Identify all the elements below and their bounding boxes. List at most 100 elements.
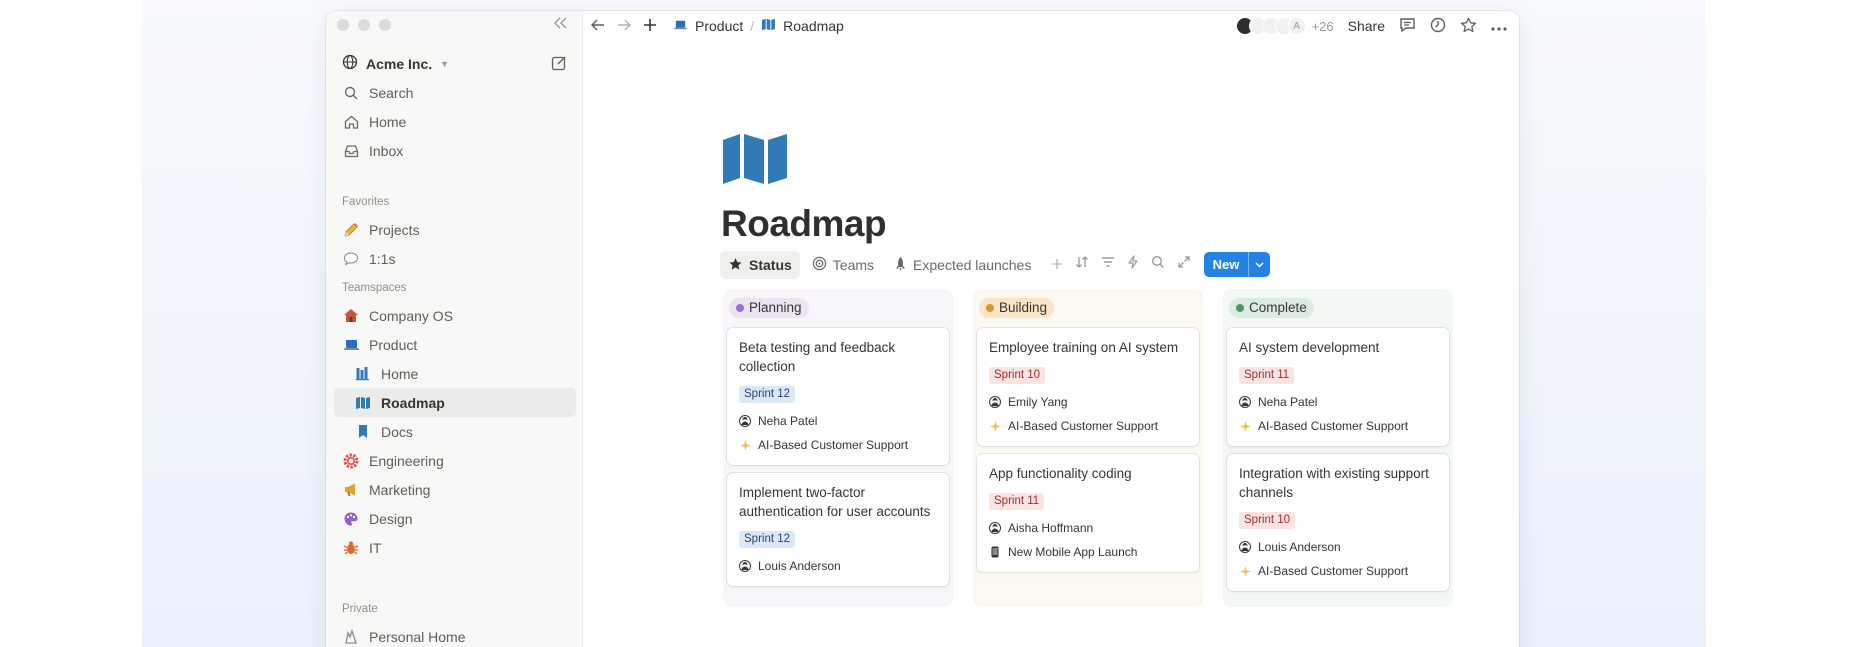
card-assignee: Emily Yang bbox=[989, 390, 1187, 414]
star-filled-icon bbox=[728, 257, 743, 274]
card-project: AI-Based Customer Support bbox=[989, 414, 1187, 438]
share-button[interactable]: Share bbox=[1348, 18, 1385, 34]
person-icon bbox=[989, 522, 1001, 534]
project-name: AI-Based Customer Support bbox=[1258, 564, 1409, 578]
sidebar-item-marketing[interactable]: Marketing bbox=[334, 475, 576, 504]
new-button-label: New bbox=[1212, 257, 1240, 272]
sidebar-item-it[interactable]: IT bbox=[334, 533, 576, 562]
page-map-icon[interactable] bbox=[722, 134, 788, 189]
history-nav bbox=[590, 18, 657, 35]
sidebar-item-docs[interactable]: Docs bbox=[334, 417, 576, 446]
assignee-name: Neha Patel bbox=[758, 414, 818, 428]
main-content: Product / Roadmap A +26 Share Roadmap St… bbox=[583, 11, 1519, 647]
forward-arrow-icon[interactable] bbox=[617, 18, 632, 34]
card-project: New Mobile App Launch bbox=[989, 540, 1187, 564]
sidebar-item-design[interactable]: Design bbox=[334, 504, 576, 533]
card-title: Employee training on AI system bbox=[989, 340, 1179, 355]
assignee-name: Neha Patel bbox=[1258, 395, 1318, 409]
sprint-tag: Sprint 10 bbox=[989, 367, 1046, 384]
board-card[interactable]: Beta testing and feedback collection Spri… bbox=[727, 328, 949, 465]
status-dot bbox=[736, 303, 744, 312]
expand-icon[interactable] bbox=[1177, 255, 1191, 272]
status-badge[interactable]: Planning bbox=[729, 297, 809, 318]
sidebar-item-personal-home[interactable]: Personal Home bbox=[334, 622, 576, 647]
tab-label: Expected launches bbox=[913, 257, 1032, 273]
sidebar-item-product[interactable]: Product bbox=[334, 330, 576, 359]
card-title: Implement two-factor authentication for … bbox=[739, 485, 931, 519]
tab-teams[interactable]: Teams bbox=[804, 251, 882, 279]
add-view-button[interactable] bbox=[1043, 251, 1071, 279]
board-column-building: Building Employee training on AI system Sp… bbox=[973, 289, 1203, 607]
card-project: AI-Based Customer Support bbox=[739, 433, 937, 457]
tab-expected-launches[interactable]: Expected launches bbox=[886, 251, 1039, 279]
wave-icon bbox=[342, 628, 360, 646]
board-card[interactable]: AI system development Sprint 11 Neha Patel… bbox=[1227, 328, 1449, 446]
sidebar-item-company-os[interactable]: Company OS bbox=[334, 301, 576, 330]
card-title: Integration with existing support channe… bbox=[1239, 466, 1429, 500]
laptop-icon bbox=[342, 336, 360, 354]
board-card[interactable]: Employee training on AI system Sprint 10 E… bbox=[977, 328, 1199, 446]
board-card[interactable]: Integration with existing support channe… bbox=[1227, 454, 1449, 591]
breadcrumb-roadmap[interactable]: Roadmap bbox=[783, 18, 844, 34]
sidebar-item-product-home[interactable]: Home bbox=[334, 359, 576, 388]
status-label: Complete bbox=[1249, 300, 1307, 315]
search-icon[interactable] bbox=[1151, 255, 1165, 272]
board-card[interactable]: Implement two-factor authentication for … bbox=[727, 473, 949, 586]
board-card[interactable]: App functionality coding Sprint 11 Aisha H… bbox=[977, 454, 1199, 572]
column-header: Complete bbox=[1229, 295, 1449, 320]
collapse-sidebar-icon[interactable] bbox=[552, 16, 568, 35]
new-page-icon[interactable] bbox=[550, 54, 568, 72]
status-badge[interactable]: Building bbox=[979, 297, 1055, 318]
sidebar-item-roadmap[interactable]: Roadmap bbox=[334, 388, 576, 417]
sidebar-item-1-1s[interactable]: 1:1s bbox=[334, 244, 576, 273]
project-name: New Mobile App Launch bbox=[1008, 545, 1138, 559]
minimize-window-button[interactable] bbox=[358, 19, 370, 31]
teamspaces-section: Teamspaces Company OS Product Home Roadm… bbox=[334, 278, 576, 562]
sidebar-item-label: Marketing bbox=[369, 481, 431, 498]
board-column-complete: Complete AI system development Sprint 11 Ne… bbox=[1223, 289, 1453, 607]
sidebar-item-engineering[interactable]: Engineering bbox=[334, 446, 576, 475]
target-icon bbox=[812, 256, 827, 274]
sidebar: Acme Inc. ▼ Search Home Inbox Favorites bbox=[326, 11, 583, 647]
plus-icon[interactable] bbox=[643, 18, 657, 35]
sidebar-item-projects[interactable]: Projects bbox=[334, 215, 576, 244]
breadcrumb-product[interactable]: Product bbox=[695, 18, 743, 34]
chevron-down-icon: ▼ bbox=[440, 58, 450, 69]
page-title[interactable]: Roadmap bbox=[721, 203, 887, 245]
assignee-name: Louis Anderson bbox=[1258, 540, 1341, 554]
home-icon bbox=[342, 113, 360, 131]
person-icon bbox=[1239, 541, 1251, 553]
more-icon[interactable] bbox=[1491, 18, 1507, 34]
comment-icon[interactable] bbox=[1399, 17, 1416, 36]
lightning-icon[interactable] bbox=[1127, 255, 1139, 272]
sidebar-item-label: Company OS bbox=[369, 307, 454, 324]
sort-icon[interactable] bbox=[1075, 255, 1089, 272]
status-badge[interactable]: Complete bbox=[1229, 297, 1314, 318]
sprint-tag: Sprint 11 bbox=[989, 493, 1045, 510]
maximize-window-button[interactable] bbox=[379, 19, 391, 31]
phone-icon bbox=[989, 546, 1001, 558]
filter-icon[interactable] bbox=[1101, 255, 1115, 272]
new-button[interactable]: New bbox=[1204, 252, 1270, 277]
map-icon bbox=[761, 18, 776, 34]
tab-status[interactable]: Status bbox=[720, 251, 800, 279]
sidebar-item-inbox[interactable]: Inbox bbox=[334, 136, 576, 165]
sidebar-item-label: Docs bbox=[381, 423, 413, 440]
sparkles-icon bbox=[1239, 420, 1251, 432]
assignee-name: Aisha Hoffmann bbox=[1008, 521, 1094, 535]
sidebar-item-home[interactable]: Home bbox=[334, 107, 576, 136]
more-collaborators-count: +26 bbox=[1311, 18, 1334, 34]
close-window-button[interactable] bbox=[337, 19, 349, 31]
sidebar-item-search[interactable]: Search bbox=[334, 78, 576, 107]
private-section: Private Personal Home bbox=[334, 599, 576, 647]
back-arrow-icon[interactable] bbox=[590, 18, 605, 34]
workspace-switcher[interactable]: Acme Inc. ▼ bbox=[342, 54, 449, 73]
collaborator-avatars[interactable]: A +26 bbox=[1235, 17, 1334, 35]
chevron-down-icon[interactable] bbox=[1248, 252, 1270, 277]
window-controls bbox=[337, 19, 391, 31]
star-icon[interactable] bbox=[1460, 17, 1477, 36]
clock-icon[interactable] bbox=[1430, 17, 1446, 36]
top-bar-actions: A +26 Share bbox=[1235, 11, 1507, 41]
project-name: AI-Based Customer Support bbox=[1258, 419, 1409, 433]
person-icon bbox=[739, 560, 751, 572]
